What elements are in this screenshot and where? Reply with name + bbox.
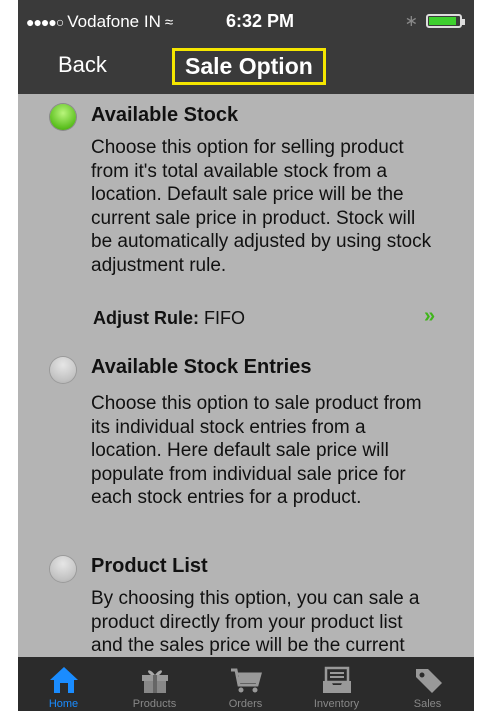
carrier-info: ●●●●○ Vodafone IN ≈ [26, 12, 173, 32]
tab-home[interactable]: Home [18, 657, 109, 711]
adjust-rule-row[interactable]: Adjust Rule: FIFO [93, 308, 245, 329]
status-right: ∗ [404, 11, 465, 31]
radio-unselected-icon[interactable] [50, 357, 76, 383]
tab-label: Sales [413, 698, 442, 710]
option-title: Available Stock Entries [91, 356, 312, 378]
radio-selected-icon[interactable] [50, 104, 76, 130]
sale-option-list: Available Stock Choose this option for s… [18, 94, 474, 657]
adjust-rule-label: Adjust Rule: [93, 308, 199, 328]
bluetooth-icon: ∗ [404, 13, 418, 30]
battery-level [429, 17, 456, 25]
phone-screen: ●●●●○ Vodafone IN ≈ 6:32 PM ∗ Back Sale … [18, 0, 474, 711]
tab-label: Home [48, 698, 79, 710]
option-description: Choose this option for selling product f… [91, 137, 432, 276]
signal-strength-icon: ●●●●○ [26, 14, 64, 30]
radio-unselected-icon[interactable] [50, 556, 76, 582]
option-title: Available Stock [91, 104, 239, 126]
gift-box-icon [142, 670, 168, 693]
status-time: 6:32 PM [226, 11, 295, 31]
price-tag-icon [416, 669, 442, 693]
tab-bar: Home Products Orders Inventory Sales [18, 657, 474, 711]
tab-label: Inventory [313, 698, 360, 710]
adjust-rule-value: FIFO [204, 308, 246, 328]
wifi-icon: ≈ [164, 13, 174, 31]
carrier-name: Vodafone IN [67, 12, 161, 31]
tab-products[interactable]: Products [109, 657, 200, 711]
option-description: Choose this option to sale product from … [91, 393, 422, 508]
tab-sales[interactable]: Sales [382, 657, 473, 711]
navigation-bar: Back Sale Option [18, 40, 474, 94]
option-description: By choosing this option, you can sale a … [91, 588, 420, 656]
back-button[interactable]: Back [58, 52, 107, 78]
battery-icon [426, 14, 465, 28]
page-title: Sale Option [185, 53, 313, 79]
battery-tip [462, 19, 465, 25]
tab-label: Orders [228, 698, 263, 710]
tab-orders[interactable]: Orders [200, 657, 291, 711]
title-highlight-box: Sale Option [172, 48, 326, 85]
inbox-tray-icon [323, 666, 351, 693]
status-bar: ●●●●○ Vodafone IN ≈ 6:32 PM ∗ [18, 0, 474, 40]
cart-icon [231, 668, 262, 693]
home-icon [50, 667, 78, 693]
tab-inventory[interactable]: Inventory [291, 657, 382, 711]
chevron-right-icon[interactable]: » [424, 305, 435, 328]
tab-label: Products [132, 698, 177, 710]
option-title: Product List [91, 555, 208, 577]
